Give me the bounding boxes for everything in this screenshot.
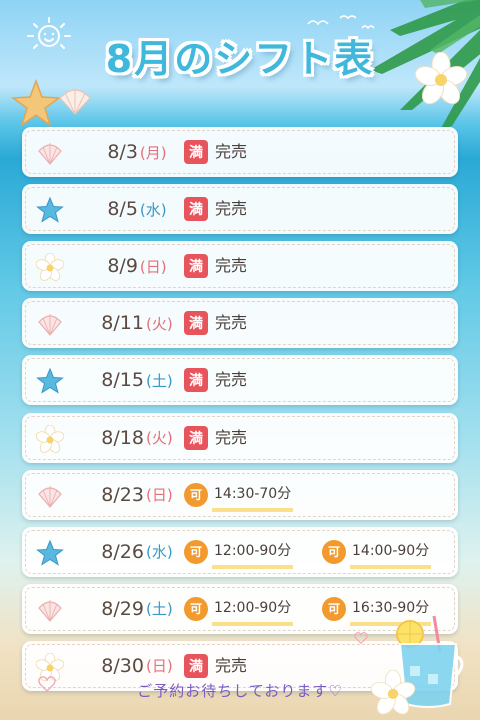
sold-out-label: 完売 [215,142,248,161]
shift-row: 8/11 (火) 満完売 [22,298,458,349]
shift-row: 8/26 (水) 可 12:00-90分可 14:00-90分 [22,526,458,577]
full-badge: 満 [184,425,208,450]
date-text: 8/9 [107,255,138,278]
shift-row: 8/9 (日) 満完売 [22,241,458,292]
sold-out-label: 完売 [215,655,248,675]
shift-row: 8/15 (土) 満完売 [22,355,458,406]
available-badge: 可 [184,596,208,621]
shift-date: 8/23 (日) [78,470,196,520]
date-text: 8/3 [107,141,138,163]
shift-row: 8/5 (水) 満完売 [22,184,458,235]
date-text: 8/15 [101,369,144,392]
shift-date: 8/18 (火) [78,413,196,463]
shift-date: 8/5 (水) [78,184,196,234]
shell-icon [38,314,62,337]
sold-out-label: 完売 [215,313,248,333]
reservation-message: ご予約お待ちしております♡ [137,682,343,700]
page-title: 8月のシフト表 [105,37,375,81]
full-badge: 満 [184,368,208,393]
heart-icon [354,632,368,644]
weekday-text: (火) [145,429,173,447]
available-badge: 可 [322,596,346,621]
date-text: 8/30 [101,654,144,677]
shift-row: 8/23 (日) 可 14:30-70分 [22,469,458,520]
plumeria-icon [36,424,64,453]
full-badge: 満 [184,311,208,336]
shift-date: 8/29 (土) [78,584,196,634]
shell-icon [59,89,91,115]
starfish-icon [36,368,64,394]
shell-icon [38,599,62,622]
sold-out-label: 完売 [215,199,248,219]
starfish-icon [36,196,64,223]
date-text: 8/26 [101,540,144,563]
shell-icon [38,485,62,508]
shift-date: 8/9 (日) [78,241,196,291]
available-badge: 可 [322,539,346,564]
shift-date: 8/11 (火) [78,298,196,348]
available-badge: 可 [184,482,208,507]
weekday-text: (土) [145,371,173,390]
date-text: 8/29 [101,597,144,620]
full-badge: 満 [184,140,208,164]
date-text: 8/18 [101,426,144,449]
date-text: 8/23 [101,483,144,506]
weekday-text: (月) [139,143,167,162]
sold-out-label: 完売 [215,256,248,276]
slot-time: 14:30-70分 [212,482,294,512]
available-badge: 可 [184,539,208,564]
weekday-text: (土) [145,600,173,619]
weekday-text: (水) [145,543,173,562]
full-badge: 満 [184,254,208,279]
shift-date: 8/15 (土) [78,355,196,405]
shift-row: 8/3 (月) 満完売 [22,127,458,177]
full-badge: 満 [184,653,208,678]
slot-time: 12:00-90分 [212,539,294,569]
sold-out-label: 完売 [215,427,248,447]
date-text: 8/11 [101,312,144,335]
weekday-text: (日) [145,486,173,505]
slot-time: 12:00-90分 [212,596,294,626]
plumeria-icon [414,52,468,105]
weekday-text: (火) [145,314,173,333]
shift-date: 8/26 (水) [78,527,196,577]
shift-date: 8/3 (月) [78,127,196,177]
sold-out-label: 完売 [215,370,248,390]
starfish-icon [36,539,64,566]
weekday-text: (日) [145,657,173,676]
slot-time: 14:00-90分 [350,539,432,569]
weekday-text: (日) [139,257,167,276]
weekday-text: (水) [139,200,167,219]
full-badge: 満 [184,197,208,222]
starfish-icon [10,78,62,127]
date-text: 8/5 [107,198,138,221]
plumeria-icon [36,253,64,281]
shell-icon [38,143,62,165]
shift-row: 8/18 (火) 満完売 [22,412,458,463]
